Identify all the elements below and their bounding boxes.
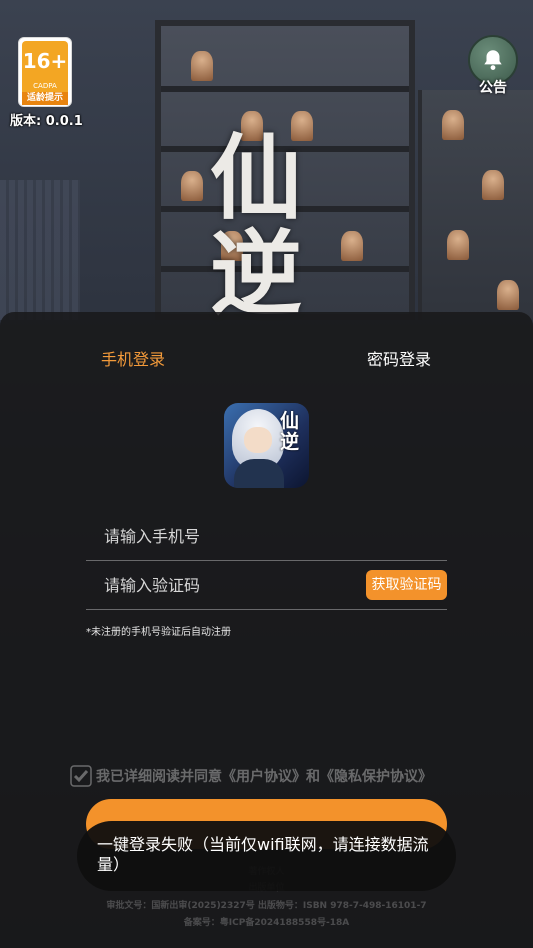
phone-input[interactable] xyxy=(102,512,356,560)
footer-icp: 备案号：粤ICP备2024188558号-18A xyxy=(183,918,350,928)
user-agreement-link[interactable]: 《用户协议》 xyxy=(222,766,306,786)
privacy-agreement-link[interactable]: 《隐私保护协议》 xyxy=(320,766,432,786)
agreement-prefix: 我已详细阅读并同意 xyxy=(96,769,222,785)
version-label: 版本: 0.0.1 xyxy=(10,114,83,129)
agreement-checkbox[interactable] xyxy=(70,765,92,787)
code-input[interactable] xyxy=(102,561,356,609)
notice-label: 公告 xyxy=(479,80,507,96)
footer-approval: 审批文号：国新出审(2025)2327号 出版物号：ISBN 978-7-498… xyxy=(106,901,427,911)
app-icon-title: 仙逆 xyxy=(280,410,300,453)
age-rating-org: CADPA xyxy=(22,81,68,92)
background-window xyxy=(0,180,80,320)
toast-message: 一键登录失败（当前仅wifi联网，请连接数据流量） xyxy=(77,821,456,891)
age-rating-value: 16+ xyxy=(22,41,68,81)
register-hint: *未注册的手机号验证后自动注册 xyxy=(86,627,231,638)
notice-button[interactable]: 公告 xyxy=(466,35,520,97)
app-icon: 仙逆 xyxy=(224,403,309,488)
agreement-and: 和 xyxy=(306,769,320,785)
tab-phone-login[interactable]: 手机登录 xyxy=(101,346,165,370)
age-rating-label: 适龄提示 xyxy=(22,92,68,105)
agreement-row: 我已详细阅读并同意 《用户协议》 和 《隐私保护协议》 xyxy=(70,764,432,788)
tab-password-login[interactable]: 密码登录 xyxy=(367,346,431,370)
title-char-1: 仙 xyxy=(210,124,302,232)
code-field: 获取验证码 xyxy=(86,561,447,610)
checkmark-icon xyxy=(70,765,92,787)
age-rating-badge[interactable]: 16+ CADPA 适龄提示 xyxy=(18,37,72,107)
game-title-art: 仙 逆 xyxy=(210,124,302,328)
get-code-button[interactable]: 获取验证码 xyxy=(366,570,447,600)
title-char-2: 逆 xyxy=(210,220,302,328)
phone-field xyxy=(86,512,447,561)
background-shelf-right xyxy=(418,90,533,320)
